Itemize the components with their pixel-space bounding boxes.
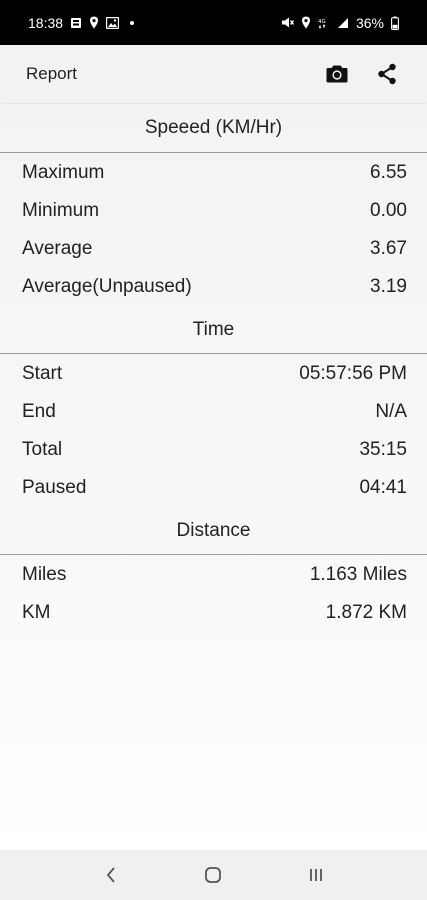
- row-label: Paused: [22, 477, 87, 498]
- speed-row-maximum: Maximum 6.55: [0, 154, 427, 192]
- battery-percent: 36%: [355, 14, 384, 31]
- row-value: 1.872 KM: [325, 602, 407, 623]
- app-bar: Report: [0, 45, 427, 103]
- status-bar-right: 4G 36%: [281, 15, 399, 31]
- mute-icon: [281, 16, 294, 29]
- time-section-header: Time: [0, 307, 427, 354]
- row-value: N/A: [375, 401, 407, 422]
- row-value: 3.19: [370, 276, 407, 297]
- time-row-end: End N/A: [0, 393, 427, 431]
- row-value: 0.00: [370, 200, 407, 221]
- navigation-bar: [0, 850, 427, 900]
- status-bar: 18:38 4G 36%: [0, 0, 427, 45]
- status-bar-left: 18:38: [28, 14, 135, 31]
- row-label: KM: [22, 602, 51, 623]
- signal-icon: [337, 17, 349, 29]
- row-value: 35:15: [359, 439, 407, 460]
- speed-row-average: Average 3.67: [0, 230, 427, 268]
- row-value: 04:41: [359, 477, 407, 498]
- row-label: Average(Unpaused): [22, 276, 192, 297]
- back-icon: [106, 867, 115, 883]
- data-icon: 4G: [318, 17, 330, 29]
- row-label: Start: [22, 363, 63, 384]
- camera-icon: [326, 65, 348, 83]
- home-icon: [205, 867, 222, 883]
- gallery-icon: [70, 17, 82, 29]
- row-value: 05:57:56 PM: [299, 363, 407, 384]
- distance-section: Miles 1.163 Miles KM 1.872 KM: [0, 555, 427, 633]
- row-value: 1.163 Miles: [309, 564, 407, 585]
- distance-section-header: Distance: [0, 508, 427, 555]
- row-label: End: [22, 401, 56, 422]
- speed-section-header: Speeed (KM/Hr): [0, 104, 427, 153]
- location-icon: [89, 16, 99, 29]
- share-icon: [378, 63, 396, 85]
- distance-row-km: KM 1.872 KM: [0, 594, 427, 632]
- time-row-total: Total 35:15: [0, 431, 427, 469]
- row-label: Maximum: [22, 162, 105, 183]
- image-icon: [106, 16, 120, 29]
- battery-icon: [391, 16, 399, 30]
- recents-icon: [309, 869, 322, 881]
- speed-row-minimum: Minimum 0.00: [0, 192, 427, 230]
- row-value: 3.67: [370, 238, 407, 259]
- row-label: Average: [22, 238, 93, 259]
- back-button[interactable]: [86, 855, 136, 895]
- notification-dot-icon: [130, 20, 135, 25]
- row-label: Minimum: [22, 200, 100, 221]
- status-time: 18:38: [28, 14, 64, 31]
- row-label: Miles: [22, 564, 67, 585]
- speed-row-average-unpaused: Average(Unpaused) 3.19: [0, 268, 427, 306]
- home-button[interactable]: [188, 855, 238, 895]
- report-content: Speeed (KM/Hr) Maximum 6.55 Minimum 0.00…: [0, 104, 427, 850]
- row-label: Total: [22, 439, 63, 460]
- location-icon: [301, 16, 311, 29]
- time-row-paused: Paused 04:41: [0, 469, 427, 507]
- camera-button[interactable]: [317, 54, 357, 94]
- speed-section: Maximum 6.55 Minimum 0.00 Average 3.67 A…: [0, 153, 427, 307]
- recents-button[interactable]: [291, 855, 341, 895]
- time-row-start: Start 05:57:56 PM: [0, 355, 427, 393]
- share-button[interactable]: [367, 54, 407, 94]
- distance-row-miles: Miles 1.163 Miles: [0, 556, 427, 594]
- time-section: Start 05:57:56 PM End N/A Total 35:15 Pa…: [0, 354, 427, 508]
- row-value: 6.55: [370, 162, 407, 183]
- svg-text:4G: 4G: [318, 19, 326, 25]
- app-title: Report: [26, 64, 78, 83]
